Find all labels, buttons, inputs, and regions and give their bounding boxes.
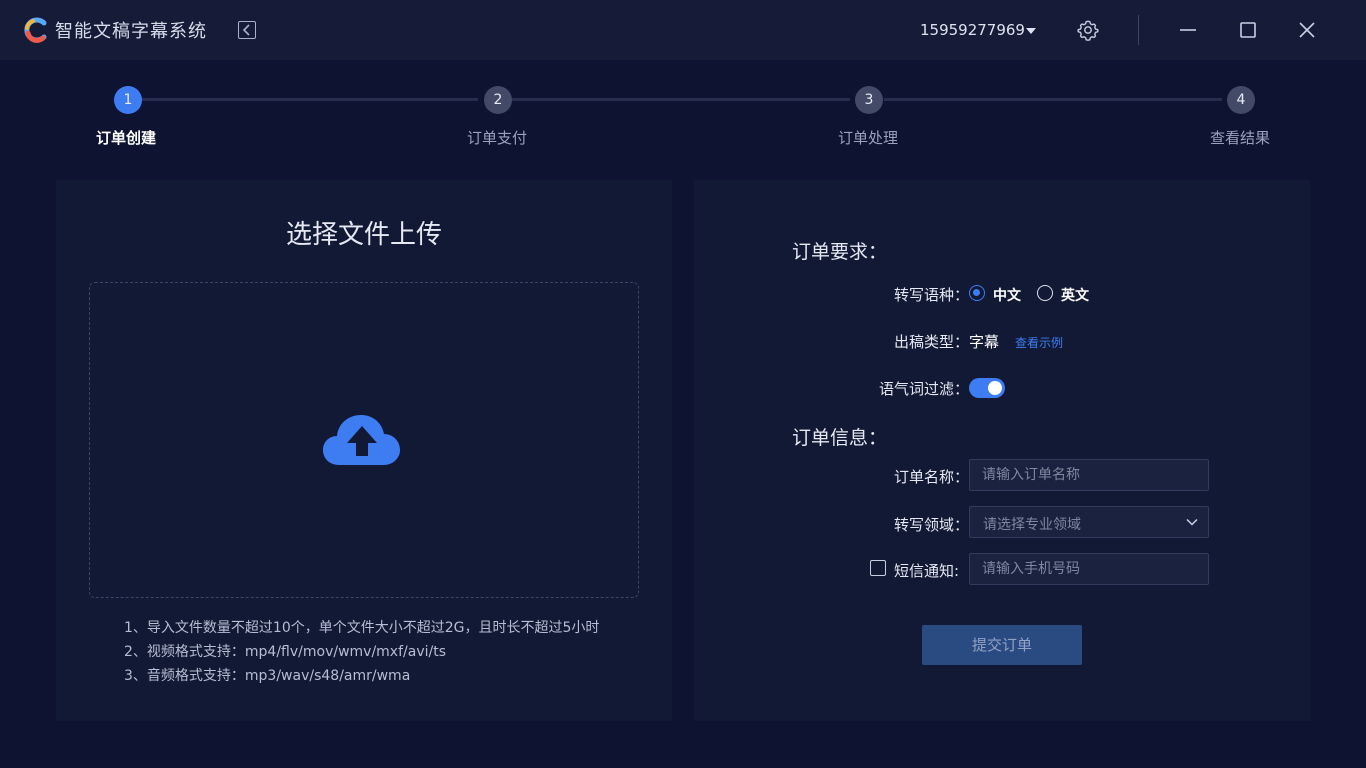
step-1-label: 订单创建 (96, 129, 157, 147)
app-title: 智能文稿字幕系统 (55, 21, 207, 42)
order-name-input[interactable] (969, 459, 1209, 491)
sms-notify-checkbox[interactable] (870, 560, 886, 576)
collapse-sidebar-button[interactable] (238, 21, 256, 39)
file-dropzone[interactable] (89, 282, 639, 598)
output-type-label: 出稿类型： (894, 333, 970, 351)
step-2-indicator: 2 (484, 86, 512, 114)
sms-notify-label: 短信通知: (894, 562, 960, 580)
caret-down-icon[interactable] (1026, 28, 1036, 34)
upload-note: 3、音频格式支持：mp3/wav/s48/amr/wma (124, 668, 411, 684)
language-label: 转写语种： (894, 286, 970, 304)
domain-label: 转写领域： (894, 516, 970, 534)
step-4-label: 查看结果 (1210, 129, 1271, 147)
phone-number-input[interactable] (969, 553, 1209, 585)
step-3-indicator: 3 (855, 86, 883, 114)
upload-title: 选择文件上传 (285, 220, 442, 250)
radio-chinese-label[interactable]: 中文 (993, 285, 1021, 305)
view-example-link[interactable]: 查看示例 (1015, 334, 1063, 351)
chevron-left-icon (242, 24, 250, 36)
order-info-title: 订单信息： (792, 427, 888, 449)
user-account-menu[interactable]: 15959277969 (920, 21, 1025, 39)
output-type-value: 字幕 (969, 333, 1000, 351)
step-connector (884, 98, 1222, 101)
upload-panel: 选择文件上传 1、导入文件数量不超过10个，单个文件大小不超过2G，且时长不超过… (56, 180, 672, 721)
title-bar: 智能文稿字幕系统 15959277969 (0, 0, 1366, 60)
maximize-icon[interactable] (1238, 20, 1258, 40)
order-name-label: 订单名称： (894, 468, 970, 486)
step-4-indicator: 4 (1227, 86, 1255, 114)
domain-select-placeholder: 请选择专业领域 (983, 517, 1081, 533)
step-connector (512, 98, 850, 101)
upload-note: 2、视频格式支持：mp4/flv/mov/wmv/mxf/avi/ts (124, 644, 446, 660)
filler-filter-toggle[interactable] (969, 378, 1005, 398)
header-divider (1138, 15, 1139, 45)
close-icon[interactable] (1297, 20, 1317, 40)
order-form-panel: 订单要求： 转写语种： 中文 英文 出稿类型： 字幕 查看示例 语气词过滤： 订… (694, 180, 1310, 721)
gear-icon[interactable] (1077, 19, 1099, 41)
app-logo-icon (24, 17, 47, 43)
minimize-icon[interactable] (1178, 20, 1198, 40)
cloud-upload-icon[interactable] (323, 413, 401, 467)
upload-notes: 1、导入文件数量不超过10个，单个文件大小不超过2G，且时长不超过5小时 2、视… (124, 616, 599, 688)
filler-filter-label: 语气词过滤： (879, 380, 970, 398)
step-1-indicator: 1 (114, 86, 142, 114)
chevron-down-icon (1186, 518, 1198, 526)
step-3-label: 订单处理 (838, 129, 899, 147)
order-requirements-title: 订单要求： (792, 241, 888, 263)
radio-english[interactable] (1037, 285, 1053, 301)
step-2-label: 订单支付 (467, 129, 528, 147)
radio-english-label[interactable]: 英文 (1061, 285, 1089, 305)
step-connector (142, 98, 478, 101)
radio-chinese[interactable] (969, 285, 985, 301)
upload-note: 1、导入文件数量不超过10个，单个文件大小不超过2G，且时长不超过5小时 (124, 620, 600, 636)
submit-order-button[interactable]: 提交订单 (922, 625, 1082, 665)
domain-select[interactable]: 请选择专业领域 (969, 506, 1209, 538)
